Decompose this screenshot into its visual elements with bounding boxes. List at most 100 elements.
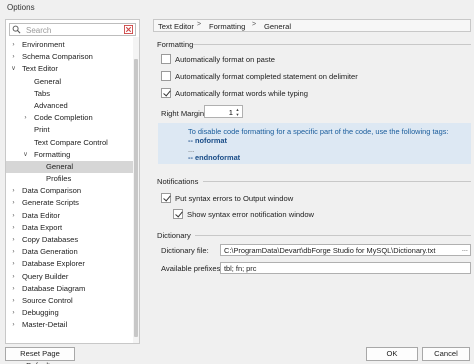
search-box[interactable] bbox=[9, 23, 136, 36]
tree-item[interactable]: Profiles bbox=[6, 173, 133, 185]
chevron-right-icon[interactable]: › bbox=[10, 283, 17, 295]
tree-item[interactable]: › Copy Databases bbox=[6, 234, 133, 246]
available-prefixes-input[interactable] bbox=[224, 263, 452, 273]
put-errors-checkbox[interactable] bbox=[161, 193, 171, 203]
checkbox-label: Show syntax error notification window bbox=[187, 210, 315, 219]
tree-item[interactable]: General bbox=[6, 76, 133, 88]
dictionary-heading: Dictionary bbox=[157, 231, 191, 240]
checkbox-label: Automatically format words while typing bbox=[175, 89, 308, 98]
checkbox-label: Put syntax errors to Output window bbox=[175, 194, 294, 203]
checkbox-label: Automatically format completed statement… bbox=[175, 72, 358, 81]
dictionary-file-field[interactable]: ... bbox=[220, 244, 471, 256]
tree-item[interactable]: › Database Diagram bbox=[6, 283, 133, 295]
right-margin-stepper[interactable]: ▲ ▼ bbox=[204, 105, 243, 118]
right-margin-label: Right Margin: bbox=[161, 109, 207, 118]
auto-format-delimiter-checkbox[interactable] bbox=[161, 71, 171, 81]
info-panel: To disable code formatting for a specifi… bbox=[158, 123, 471, 164]
chevron-right-icon[interactable]: › bbox=[10, 307, 17, 319]
chevron-right-icon[interactable]: › bbox=[10, 185, 17, 197]
tree-item-label: Data Editor bbox=[22, 210, 60, 220]
settings-panel: Text Editor > Formatting > General Forma… bbox=[153, 19, 471, 344]
chevron-right-icon[interactable]: › bbox=[10, 39, 17, 51]
breadcrumb-item[interactable]: Formatting bbox=[209, 22, 245, 31]
tree-item-label: Profiles bbox=[46, 174, 72, 184]
chevron-right-icon[interactable]: › bbox=[10, 246, 17, 258]
tree-item[interactable]: ∨ Text Editor bbox=[6, 63, 133, 75]
show-notification-checkbox[interactable] bbox=[173, 209, 183, 219]
tree-item[interactable]: › Code Completion bbox=[6, 112, 133, 124]
dictionary-file-label: Dictionary file: bbox=[161, 246, 209, 255]
tree-item-label: Formatting bbox=[34, 149, 71, 159]
tree-item[interactable]: › Master-Detail bbox=[6, 319, 133, 331]
tree-scrollbar[interactable] bbox=[133, 37, 139, 343]
tree-scrollbar-thumb[interactable] bbox=[134, 59, 138, 337]
title-bar: Options bbox=[0, 0, 474, 15]
chevron-right-icon[interactable]: › bbox=[10, 234, 17, 246]
tree-item[interactable]: › Source Control bbox=[6, 295, 133, 307]
stepper-down-icon[interactable]: ▼ bbox=[234, 112, 241, 117]
tree-item-label: Master-Detail bbox=[22, 320, 68, 330]
tree-item[interactable]: › Schema Comparison bbox=[6, 51, 133, 63]
reset-page-defaults-button[interactable]: Reset Page Defaults bbox=[5, 347, 75, 364]
formatting-heading: Formatting bbox=[157, 40, 194, 49]
available-prefixes-field[interactable] bbox=[220, 262, 471, 274]
tree-item-label: Database Diagram bbox=[22, 283, 86, 293]
tree-item-label: Print bbox=[34, 125, 50, 135]
divider bbox=[203, 181, 471, 182]
search-input[interactable] bbox=[26, 25, 121, 35]
tree-item[interactable]: › Data Export bbox=[6, 222, 133, 234]
tree-item[interactable]: Text Compare Control bbox=[6, 137, 133, 149]
chevron-right-icon[interactable]: › bbox=[10, 222, 17, 234]
chevron-down-icon[interactable]: ∨ bbox=[10, 63, 17, 75]
tree-item[interactable]: › Database Explorer bbox=[6, 258, 133, 270]
tree-item[interactable]: › Query Builder bbox=[6, 271, 133, 283]
tree-item[interactable]: Print bbox=[6, 124, 133, 136]
browse-button[interactable]: ... bbox=[462, 244, 468, 253]
chevron-right-icon[interactable]: › bbox=[10, 319, 17, 331]
tree-item-label: Advanced bbox=[34, 100, 68, 110]
tree-item[interactable]: › Generate Scripts bbox=[6, 197, 133, 209]
tree-item[interactable]: ∨ Formatting bbox=[6, 149, 133, 161]
breadcrumb-item: General bbox=[264, 22, 292, 31]
tree-item-label: Debugging bbox=[22, 308, 59, 318]
chevron-right-icon: > bbox=[197, 21, 202, 28]
chevron-right-icon[interactable]: › bbox=[22, 112, 29, 124]
tree-item[interactable]: › Debugging bbox=[6, 307, 133, 319]
tree-item[interactable]: Advanced bbox=[6, 100, 133, 112]
chevron-right-icon[interactable]: › bbox=[10, 51, 17, 63]
chevron-down-icon[interactable]: ∨ bbox=[22, 149, 29, 161]
search-icon bbox=[12, 25, 21, 34]
tree-item-label: General bbox=[34, 76, 62, 86]
tree-item-label: Data Generation bbox=[22, 247, 78, 257]
stepper-buttons: ▲ ▼ bbox=[234, 107, 241, 117]
endnoformat-tag: -- endnoformat bbox=[188, 153, 241, 162]
tree-item-label: Code Completion bbox=[34, 113, 93, 123]
tree-item-label: Environment bbox=[22, 40, 65, 49]
info-message: To disable code formatting for a specifi… bbox=[188, 127, 449, 136]
ok-button[interactable]: OK bbox=[366, 347, 418, 361]
chevron-right-icon[interactable]: › bbox=[10, 197, 17, 209]
tree-item[interactable]: General bbox=[6, 160, 133, 174]
dialog-button-bar: Reset Page Defaults OK Cancel bbox=[0, 344, 474, 364]
tree-item[interactable]: › Data Editor bbox=[6, 210, 133, 222]
chevron-right-icon[interactable]: › bbox=[10, 210, 17, 222]
tree-item-label: Text Editor bbox=[22, 64, 58, 74]
tree-item[interactable]: › Data Comparison bbox=[6, 185, 133, 197]
breadcrumb-item[interactable]: Text Editor bbox=[158, 22, 194, 31]
tree-item[interactable]: › Environment bbox=[6, 39, 133, 51]
chevron-right-icon[interactable]: › bbox=[10, 295, 17, 307]
tree-item[interactable]: Tabs bbox=[6, 88, 133, 100]
right-margin-input[interactable] bbox=[209, 107, 233, 117]
tree-item-label: Query Builder bbox=[22, 271, 69, 281]
clear-search-icon[interactable] bbox=[124, 25, 133, 34]
tree-item-label: Database Explorer bbox=[22, 259, 85, 269]
tree-item-label: General bbox=[46, 161, 74, 171]
chevron-right-icon[interactable]: › bbox=[10, 271, 17, 283]
dictionary-file-input[interactable] bbox=[224, 245, 452, 255]
cancel-button[interactable]: Cancel bbox=[422, 347, 470, 361]
auto-format-paste-checkbox[interactable] bbox=[161, 54, 171, 64]
chevron-right-icon[interactable]: › bbox=[10, 258, 17, 270]
auto-format-typing-checkbox[interactable] bbox=[161, 88, 171, 98]
tree-item[interactable]: › Data Generation bbox=[6, 246, 133, 258]
divider bbox=[195, 235, 471, 236]
